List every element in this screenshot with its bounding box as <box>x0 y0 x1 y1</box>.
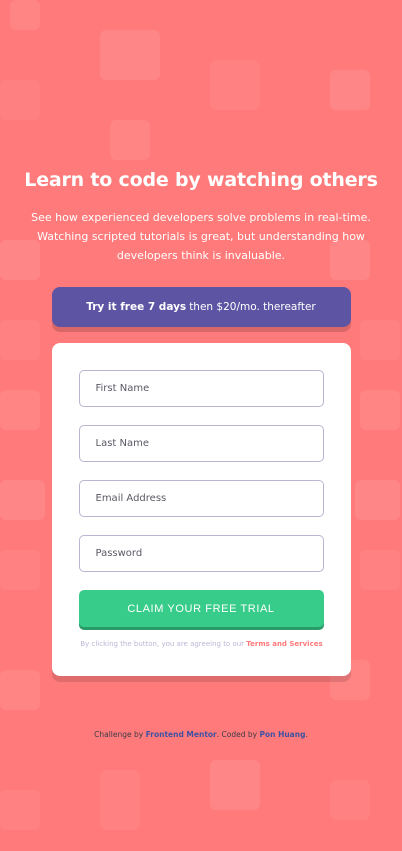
attribution: Challenge by Frontend Mentor. Coded by P… <box>0 730 402 739</box>
first-name-field[interactable] <box>78 370 324 407</box>
frontend-mentor-link[interactable]: Frontend Mentor <box>146 730 217 739</box>
attribution-middle: . Coded by <box>216 730 258 739</box>
bg-shape <box>100 770 140 830</box>
signup-card: CLAIM YOUR FREE TRIAL By clicking the bu… <box>51 343 351 676</box>
last-name-field[interactable] <box>78 425 324 462</box>
trial-banner-price: then $20/mo. thereafter <box>189 301 316 313</box>
attribution-prefix: Challenge by <box>94 730 144 739</box>
bg-shape <box>210 760 260 810</box>
password-field[interactable] <box>78 535 324 572</box>
trial-banner-bold: Try it free 7 days <box>86 301 187 313</box>
terms-prefix: By clicking the button, you are agreeing… <box>80 640 245 648</box>
page-title: Learn to code by watching others <box>24 169 378 191</box>
terms-link[interactable]: Terms and Services <box>246 640 322 648</box>
claim-trial-button[interactable]: CLAIM YOUR FREE TRIAL <box>78 590 324 627</box>
author-link[interactable]: Pon Huang <box>259 730 305 739</box>
hero-description: See how experienced developers solve pro… <box>31 211 371 262</box>
trial-banner: Try it free 7 days then $20/mo. thereaft… <box>51 287 351 327</box>
terms-notice: By clicking the button, you are agreeing… <box>79 640 325 648</box>
main-content: Learn to code by watching others See how… <box>0 0 402 676</box>
attribution-suffix: . <box>305 730 308 739</box>
email-field[interactable] <box>78 480 324 517</box>
bg-shape <box>0 670 40 710</box>
bg-shape <box>330 780 370 820</box>
bg-shape <box>0 790 40 830</box>
